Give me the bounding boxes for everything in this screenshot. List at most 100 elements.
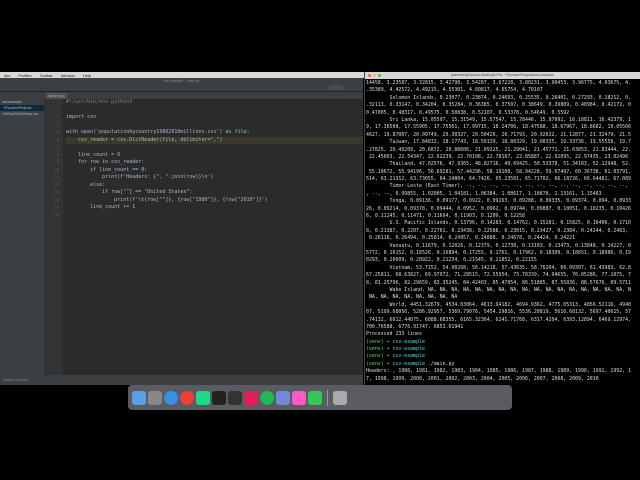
- pycharm-icon[interactable]: [196, 390, 210, 405]
- prompt-dir: csv-example: [392, 346, 425, 353]
- output-line: Processed 233 lines: [366, 331, 422, 338]
- terminal-title: jasimdeb@Jasons-MacBook-Pro: ~/PycharmPr…: [365, 72, 640, 79]
- output-line: U.S. Pacific Islands, 0.13796, 0.14283, …: [366, 220, 631, 227]
- output-line: World, 4451.32679, 4534.03064, 4613.9418…: [366, 301, 631, 308]
- project-file-csv[interactable]: 1980to2010millions.csv: [0, 111, 44, 117]
- line-number: 2: [56, 107, 59, 112]
- line-number: 13: [54, 190, 59, 194]
- output-line: Tonga, 0.09136, 0.09177, 0.0922, 0.09263…: [366, 198, 631, 205]
- menu-item-help[interactable]: Help: [83, 73, 91, 78]
- output-line: 22.45063, 22.54347, 22.62239, 22.70108, …: [366, 153, 629, 160]
- output-line: , --, --, 0.99855, 1.02005, 1.04181, 1.0…: [366, 190, 602, 197]
- zoom-icon[interactable]: [378, 74, 381, 77]
- slack-icon[interactable]: [244, 390, 258, 405]
- prompt: (venv) ➜: [366, 360, 390, 367]
- code-line: line_count += 1: [66, 204, 136, 210]
- output-line: 0.26116, 0.26494, 0.25814, 0.24957, 0.24…: [366, 235, 576, 242]
- terminal-line: .27825, 20.49209, 20.6872, 20.88606, 21.…: [366, 147, 639, 154]
- code-line: for row in csv_reader:: [66, 159, 145, 165]
- output-line: 55.19672, 55.94196, 56.69281, 57.44296, …: [366, 168, 631, 175]
- minimize-icon[interactable]: [373, 74, 376, 77]
- output-line: 514, 63.21312, 63.73055, 64.24804, 64.74…: [366, 176, 631, 183]
- terminal-output[interactable]: 14458, 3.23587, 3.32815, 3.42798, 3.5428…: [365, 79, 640, 385]
- menu-item-toolbar[interactable]: Toolbar: [40, 73, 53, 78]
- messages-icon[interactable]: [308, 390, 322, 405]
- line-number: 6: [56, 137, 59, 142]
- terminal-line: Timor-Leste (East Timor), --, --, --, --…: [366, 183, 639, 190]
- line-number: 5: [56, 130, 59, 134]
- terminal-line: Sri Lanka, 15.05597, 15.31549, 15.57547,…: [366, 117, 639, 124]
- terminal-line: 9, 17.36508, 17.55905, 17.75561, 17.9971…: [366, 124, 639, 131]
- terminal-line: .35389, 4.42572, 4.49215, 4.55301, 4.608…: [366, 87, 639, 94]
- terminal-line: 8, 81.25796, 82.29659, 83.35245, 84.4240…: [366, 280, 639, 287]
- terminal-line: Processed 233 lines: [366, 331, 639, 338]
- dock: [128, 385, 512, 410]
- command-line: (venv) ➜ csv-example ./main.py: [366, 361, 639, 368]
- output-line: 4627, 19.87007, 20.09749, 20.30327, 20.5…: [366, 131, 631, 138]
- terminal-line: .74132, 6012.44075, 6088.68355, 6165.323…: [366, 317, 639, 324]
- launchpad-icon[interactable]: [148, 390, 162, 405]
- chrome-icon[interactable]: [180, 390, 194, 405]
- terminal-line: Tonga, 0.09136, 0.09177, 0.0922, 0.09263…: [366, 198, 639, 205]
- ide-status-bar: Python Console: [0, 375, 363, 385]
- menu-item[interactable]: ipts: [4, 73, 10, 78]
- menu-item-profiles[interactable]: Profiles: [18, 73, 31, 78]
- output-line: 8, 0.21387, 0.2207, 0.22761, 0.23438, 0.…: [366, 227, 629, 234]
- trash-icon[interactable]: [333, 390, 347, 405]
- spotify-icon[interactable]: [260, 390, 274, 405]
- output-line: 67.25811, 68.63827, 69.97972, 71.28515, …: [366, 272, 631, 279]
- output-line: Headers: , 1980, 1981, 1982, 1983, 1984,…: [366, 368, 639, 375]
- line-number: 4: [56, 122, 59, 127]
- close-icon[interactable]: [368, 74, 371, 77]
- terminal-line: Thailand, 47.02576, 47.9365, 48.82716, 4…: [366, 161, 639, 168]
- output-line: Timor-Leste (East Timor), --, --, --, --…: [366, 183, 629, 190]
- terminal-line: .32113, 0.33147, 0.34204, 0.35284, 0.363…: [366, 102, 639, 109]
- terminal-line: Taiwan, 17.84832, 18.17743, 18.50139, 18…: [366, 139, 639, 146]
- terminal-line: Vanuatu, 0.11679, 0.12026, 0.12379, 0.12…: [366, 243, 639, 250]
- prompt: (venv) ➜: [366, 353, 390, 360]
- output-line: .74132, 6012.44075, 6088.68355, 6165.323…: [366, 316, 631, 323]
- itunes-icon[interactable]: [292, 390, 306, 405]
- output-line: 700.76588, 6776.91747, 6853.01941: [366, 323, 464, 330]
- line-number: 10: [54, 167, 59, 172]
- code-editor[interactable]: #!/usr/bin/env python3 import csv with ope…: [63, 99, 363, 375]
- output-line: Solomon Islands, 0.23077, 0.23874, 0.246…: [366, 94, 631, 101]
- prompt-line: (venv) ➜ csv-example: [366, 339, 639, 346]
- terminal-line: 514, 63.21312, 63.73055, 64.24804, 64.74…: [366, 176, 639, 183]
- editor-tabs: main.py: [44, 92, 363, 99]
- terminal-line: Vietnam, 53.7152, 54.90268, 56.14218, 57…: [366, 265, 639, 272]
- line-number: 12: [54, 182, 59, 187]
- activity-icon[interactable]: [228, 390, 242, 405]
- line-number-gutter: 1 2 3 4 5 6 7 8 9 10 11 12 13 14 15 16: [44, 92, 63, 375]
- code-line: import csv: [66, 114, 97, 120]
- line-number: 8: [56, 152, 59, 157]
- terminal-line: 22.45063, 22.54347, 22.62239, 22.70108, …: [366, 154, 639, 161]
- code-line: if line_count == 0:: [66, 166, 148, 173]
- code-line: line_count = 0: [66, 151, 121, 158]
- terminal-line: 6, 0.11245, 0.11471, 0.11694, 0.11903, 0…: [366, 213, 639, 220]
- terminal-window: jasimdeb@Jasons-MacBook-Pro: ~/PycharmPr…: [364, 72, 640, 385]
- project-panel: csv-example ~/PycharmProjects 1980to2010…: [0, 92, 44, 375]
- finder-icon[interactable]: [132, 390, 146, 405]
- output-line: .27825, 20.49209, 20.6872, 20.88606, 21.…: [366, 146, 631, 153]
- code-line: print(f'Headers: {", ".join(row)}\n'): [66, 174, 214, 180]
- line-number: 16: [54, 212, 59, 217]
- menu-item-window[interactable]: Window: [61, 73, 75, 78]
- discord-icon[interactable]: [276, 390, 290, 405]
- terminal-icon[interactable]: [212, 390, 226, 405]
- run-configuration-button[interactable]: [329, 85, 343, 90]
- output-line: 0293, 0.20609, 0.20922, 0.21234, 0.21545…: [366, 257, 537, 264]
- output-line: Thailand, 47.02576, 47.9365, 48.82716, 4…: [366, 161, 631, 168]
- code-line: else:: [66, 181, 106, 188]
- safari-icon[interactable]: [164, 390, 178, 405]
- text: Headers: , 1980, 1981, 1982, 1983, 1984,…: [366, 368, 631, 375]
- output-line: Vietnam, 53.7152, 54.90268, 56.14218, 57…: [366, 264, 631, 271]
- output-line: .35389, 4.42572, 4.49215, 4.55301, 4.608…: [366, 87, 543, 94]
- ide-toolbar: [0, 84, 363, 92]
- terminal-line: Wake Island, NA, NA, NA, NA, NA, NA, NA,…: [366, 287, 639, 294]
- terminal-title-text: jasimdeb@Jasons-MacBook-Pro: ~/PycharmPr…: [450, 73, 555, 77]
- output-line: Taiwan, 17.84832, 18.17743, 18.50139, 18…: [366, 139, 631, 146]
